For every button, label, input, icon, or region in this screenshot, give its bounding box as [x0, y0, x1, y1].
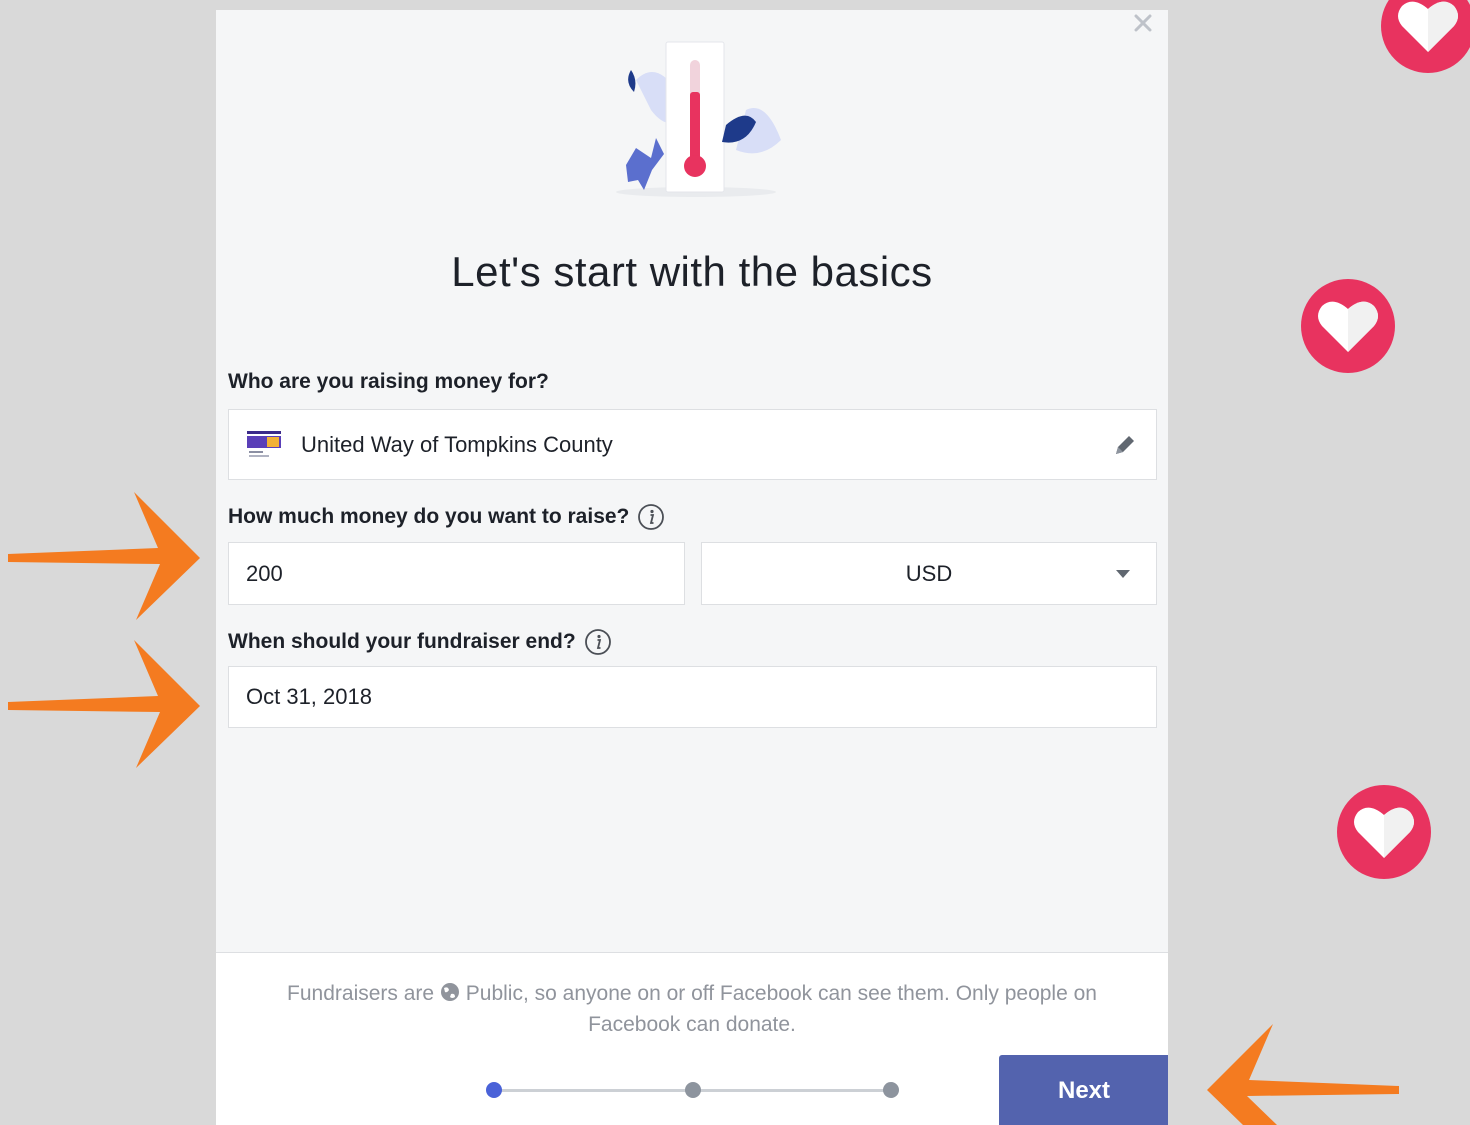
- pencil-icon[interactable]: [1112, 432, 1138, 458]
- goal-label: How much money do you want to raise?: [228, 503, 665, 531]
- info-icon[interactable]: [637, 503, 665, 531]
- org-logo-icon: [247, 430, 281, 457]
- close-icon: [1134, 14, 1152, 32]
- arrow-right-icon: [8, 640, 200, 768]
- step-dot-2: [685, 1082, 701, 1098]
- arrow-right-icon: [8, 492, 200, 620]
- currency-select[interactable]: USD: [701, 542, 1157, 605]
- step-dot-3: [883, 1082, 899, 1098]
- fundraiser-dialog: Let's start with the basics Who are you …: [216, 10, 1168, 1125]
- privacy-notice: Fundraisers are Public, so anyone on or …: [287, 982, 1097, 1036]
- info-icon[interactable]: [584, 628, 612, 656]
- goal-amount-input[interactable]: 200: [228, 542, 685, 605]
- heart-badge-icon: [1381, 0, 1470, 73]
- heart-badge-icon: [1337, 785, 1431, 879]
- recipient-field[interactable]: United Way of Tompkins County: [228, 409, 1157, 480]
- arrow-left-icon: [1207, 1024, 1399, 1125]
- end-date-input[interactable]: Oct 31, 2018: [228, 666, 1157, 728]
- progress-stepper: [486, 1080, 906, 1100]
- end-date-label: When should your fundraiser end?: [228, 628, 612, 656]
- dialog-footer: Fundraisers are Public, so anyone on or …: [216, 952, 1168, 1125]
- globe-icon: [440, 983, 459, 1001]
- thermometer-illustration-icon: [616, 41, 781, 197]
- recipient-name: United Way of Tompkins County: [301, 431, 613, 457]
- page-title: Let's start with the basics: [451, 248, 933, 295]
- next-button[interactable]: Next: [999, 1055, 1168, 1125]
- step-dot-1: [486, 1082, 502, 1098]
- heart-badge-icon: [1301, 279, 1395, 373]
- close-button[interactable]: [1130, 10, 1156, 36]
- recipient-label: Who are you raising money for?: [228, 370, 549, 393]
- chevron-down-icon: [1116, 570, 1130, 578]
